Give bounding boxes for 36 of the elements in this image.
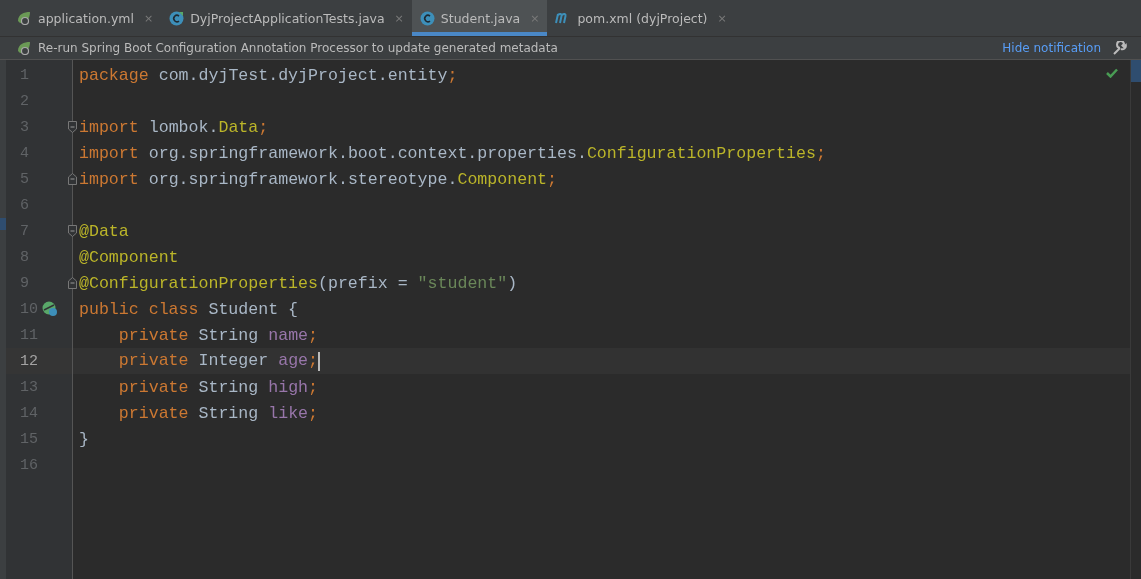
code-line: private Integer age; <box>79 351 320 371</box>
leaf-icon <box>16 11 32 25</box>
check-icon <box>1106 68 1118 78</box>
code-line: private String like; <box>117 403 319 423</box>
code-line: @ConfigurationProperties(prefix = "student") <box>79 273 518 293</box>
leaf-icon <box>16 41 32 55</box>
fold-marker-icon[interactable] <box>68 277 77 289</box>
editor-tab[interactable]: application.yml × <box>8 0 162 36</box>
wrench-icon[interactable] <box>1113 41 1127 55</box>
bean-icon[interactable] <box>42 301 58 317</box>
code-line: package com.dyjTest.dyjProject.entity; <box>79 65 458 85</box>
editor-tab[interactable]: DyjProjectApplicationTests.java × <box>161 0 412 36</box>
editor-tab[interactable]: pom.xml (dyjProject) × <box>547 0 735 36</box>
class-icon <box>169 10 185 26</box>
notification-text: Re-run Spring Boot Configuration Annotation Processor to update generated metadata <box>38 41 559 55</box>
close-icon[interactable]: × <box>394 11 404 25</box>
class-icon <box>419 10 435 26</box>
code-line: @Component <box>79 247 179 267</box>
strip-marker <box>0 218 6 230</box>
fold-marker-icon[interactable] <box>68 225 77 237</box>
close-icon[interactable]: × <box>717 11 727 25</box>
fold-marker-icon[interactable] <box>68 173 77 185</box>
code-line: private String name; <box>117 325 319 345</box>
code-line: } <box>79 429 89 449</box>
fold-marker-icon[interactable] <box>68 121 77 133</box>
editor-tab[interactable]: Student.java × <box>411 0 548 36</box>
hide-notification-link[interactable]: Hide notification <box>1002 41 1101 55</box>
code-line: import lombok.Data; <box>79 117 269 137</box>
code-line: import org.springframework.stereotype.Component; <box>79 169 557 189</box>
code-line: private String high; <box>117 377 319 397</box>
close-icon[interactable]: × <box>144 11 154 25</box>
line-number: 12 <box>19 352 36 370</box>
code-line: @Data <box>79 221 129 241</box>
scroll-marker <box>1131 60 1141 82</box>
code-line: public class Student { <box>79 299 299 319</box>
code-line: import org.springframework.boot.context.properties.ConfigurationProperties; <box>79 143 826 163</box>
